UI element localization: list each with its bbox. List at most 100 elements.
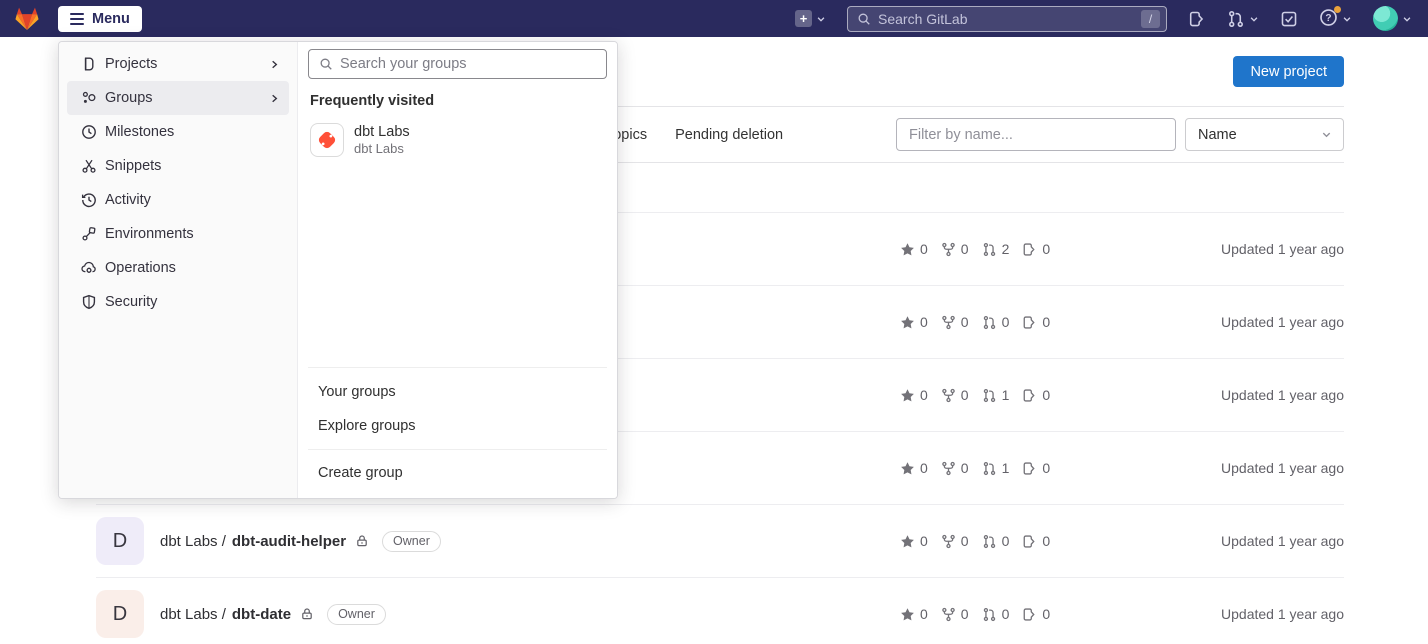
merge-request-count[interactable]: 1 xyxy=(982,460,1010,476)
plus-icon: + xyxy=(795,10,812,27)
gitlab-logo[interactable] xyxy=(14,6,40,31)
issues-button[interactable] xyxy=(1188,10,1206,28)
star-count[interactable]: 0 xyxy=(900,241,928,257)
merge-request-count[interactable]: 0 xyxy=(982,533,1010,549)
fork-count[interactable]: 0 xyxy=(941,533,969,549)
group-item-dbt-labs[interactable]: dbt Labs dbt Labs xyxy=(308,123,607,157)
project-namespace[interactable]: dbt Labs / xyxy=(160,533,226,550)
project-name[interactable]: dbt-date xyxy=(232,606,291,623)
fork-count[interactable]: 0 xyxy=(941,387,969,403)
menu-item-label: Environments xyxy=(105,226,194,242)
issue-count[interactable]: 0 xyxy=(1022,241,1050,257)
updated-text: Updated 1 year ago xyxy=(1050,606,1344,622)
fork-count[interactable]: 0 xyxy=(941,460,969,476)
chevron-right-icon xyxy=(269,59,280,70)
project-avatar[interactable]: D xyxy=(96,517,144,565)
lock-icon xyxy=(355,534,369,548)
project-avatar[interactable]: D xyxy=(96,590,144,638)
menu-item-milestones[interactable]: Milestones xyxy=(67,115,289,149)
merge-request-count[interactable]: 1 xyxy=(982,387,1010,403)
merge-request-count[interactable]: 0 xyxy=(982,314,1010,330)
groups-icon xyxy=(81,90,97,106)
menu-item-environments[interactable]: Environments xyxy=(67,217,289,251)
star-count[interactable]: 0 xyxy=(900,606,928,622)
project-row[interactable]: D dbt Labs / dbt-date Owner 0 xyxy=(96,577,1344,644)
merge-request-icon xyxy=(1227,10,1245,28)
fork-count[interactable]: 0 xyxy=(941,241,969,257)
filter-by-name-input[interactable] xyxy=(896,118,1176,151)
menu-item-label: Groups xyxy=(105,90,153,106)
menu-button-label: Menu xyxy=(92,11,130,27)
group-subtitle: dbt Labs xyxy=(354,141,410,157)
issue-count[interactable]: 0 xyxy=(1022,533,1050,549)
issue-count[interactable]: 0 xyxy=(1022,387,1050,403)
star-count[interactable]: 0 xyxy=(900,533,928,549)
groups-search[interactable] xyxy=(308,49,607,79)
issue-count[interactable]: 0 xyxy=(1022,314,1050,330)
sort-dropdown[interactable]: Name xyxy=(1185,118,1344,151)
fork-count[interactable]: 0 xyxy=(941,314,969,330)
menu-item-projects[interactable]: Projects xyxy=(67,47,289,81)
star-count[interactable]: 0 xyxy=(900,460,928,476)
notification-dot xyxy=(1334,6,1341,13)
your-groups-link[interactable]: Your groups xyxy=(308,375,607,409)
merge-request-count[interactable]: 2 xyxy=(982,241,1010,257)
menu-item-label: Snippets xyxy=(105,158,161,174)
menu-item-operations[interactable]: Operations xyxy=(67,251,289,285)
search-icon xyxy=(319,57,333,71)
tab-pending-deletion[interactable]: Pending deletion xyxy=(675,127,783,143)
lock-icon xyxy=(300,607,314,621)
menu-item-snippets[interactable]: Snippets xyxy=(67,149,289,183)
shield-icon xyxy=(81,294,97,310)
star-count[interactable]: 0 xyxy=(900,314,928,330)
owner-badge: Owner xyxy=(382,531,441,552)
group-title: dbt Labs xyxy=(354,123,410,141)
issues-icon xyxy=(1188,10,1206,28)
project-name[interactable]: dbt-audit-helper xyxy=(232,533,346,550)
issue-count[interactable]: 0 xyxy=(1022,460,1050,476)
groups-links: Your groups Explore groups xyxy=(308,367,607,443)
menu-dropdown-nav: Projects Groups Milestones Snippets xyxy=(59,42,298,498)
issue-count[interactable]: 0 xyxy=(1022,606,1050,622)
fork-count[interactable]: 0 xyxy=(941,606,969,622)
create-group-link[interactable]: Create group xyxy=(308,456,607,490)
explore-groups-link[interactable]: Explore groups xyxy=(308,409,607,443)
merge-requests-button[interactable] xyxy=(1227,10,1259,28)
menu-item-security[interactable]: Security xyxy=(67,285,289,319)
chevron-down-icon xyxy=(1249,14,1259,24)
new-project-button[interactable]: New project xyxy=(1233,56,1344,87)
merge-request-count[interactable]: 0 xyxy=(982,606,1010,622)
global-search-input[interactable] xyxy=(878,11,1134,27)
menu-item-activity[interactable]: Activity xyxy=(67,183,289,217)
updated-text: Updated 1 year ago xyxy=(1050,387,1344,403)
history-icon xyxy=(81,192,97,208)
groups-search-input[interactable] xyxy=(340,56,596,72)
clock-icon xyxy=(81,124,97,140)
updated-text: Updated 1 year ago xyxy=(1050,241,1344,257)
search-icon xyxy=(857,12,871,26)
owner-badge: Owner xyxy=(327,604,386,625)
chevron-down-icon xyxy=(1402,14,1412,24)
menu-item-groups[interactable]: Groups xyxy=(67,81,289,115)
chevron-down-icon xyxy=(1342,14,1352,24)
updated-text: Updated 1 year ago xyxy=(1050,314,1344,330)
updated-text: Updated 1 year ago xyxy=(1050,460,1344,476)
global-search[interactable]: / xyxy=(847,6,1167,32)
menu-item-label: Security xyxy=(105,294,157,310)
cloud-gear-icon xyxy=(81,260,97,276)
menu-dropdown: Projects Groups Milestones Snippets xyxy=(58,41,618,499)
help-button[interactable]: ? xyxy=(1319,8,1352,30)
new-menu-button[interactable]: + xyxy=(795,10,826,27)
todos-button[interactable] xyxy=(1280,10,1298,28)
svg-text:?: ? xyxy=(1325,13,1331,24)
hamburger-icon xyxy=(70,13,84,25)
user-menu-button[interactable] xyxy=(1373,6,1412,31)
project-row[interactable]: D dbt Labs / dbt-audit-helper Owner 0 xyxy=(96,504,1344,577)
menu-button[interactable]: Menu xyxy=(58,6,142,32)
frequently-visited-heading: Frequently visited xyxy=(310,93,605,109)
environment-icon xyxy=(81,226,97,242)
groups-submenu-panel: Frequently visited dbt Labs dbt Labs You… xyxy=(298,42,617,498)
star-count[interactable]: 0 xyxy=(900,387,928,403)
user-avatar xyxy=(1373,6,1398,31)
project-namespace[interactable]: dbt Labs / xyxy=(160,606,226,623)
